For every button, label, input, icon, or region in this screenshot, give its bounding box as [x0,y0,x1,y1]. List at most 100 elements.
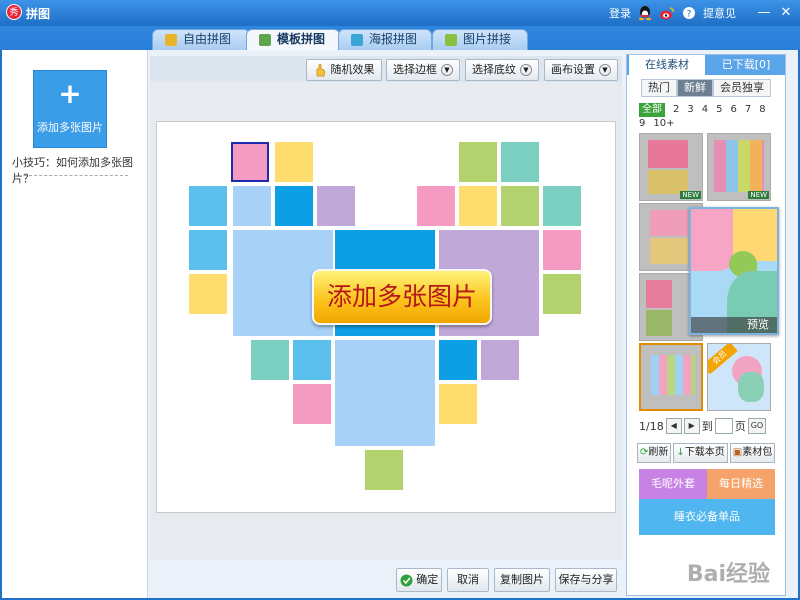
collage-cell[interactable] [439,384,477,424]
collage-cell[interactable] [459,186,497,226]
tab-label: 自由拼图 [183,32,232,46]
copy-image-button[interactable]: 复制图片 [494,568,550,592]
collage-cell[interactable] [233,186,271,226]
template-thumb[interactable]: 会员 [707,343,771,411]
collage-cell[interactable] [317,186,355,226]
next-page-button[interactable]: ▶ [683,418,700,434]
tip-link[interactable]: 小技巧：如何添加多张图片？ [12,154,147,186]
tab-poster-collage[interactable]: 海报拼图 [338,29,432,50]
select-pattern-dropdown[interactable]: 选择底纹 ▼ [465,59,539,81]
collage-cell[interactable] [189,230,227,270]
filter-option[interactable]: 全部 [639,103,665,117]
template-thumb[interactable]: NEW [639,133,703,201]
template-thumb[interactable]: NEW [707,133,771,201]
collage-cell[interactable] [231,142,269,182]
minimize-button[interactable]: — [756,5,772,21]
free-collage-icon [165,34,177,46]
page-unit-label: 页 [734,420,746,433]
collage-cell[interactable] [501,142,539,182]
collage-cell[interactable] [335,340,435,446]
login-link[interactable]: 登录 [609,5,631,21]
collage-cell[interactable] [275,142,313,182]
chevron-down-icon: ▼ [441,64,453,76]
go-button[interactable]: GO [747,418,767,434]
collage-cell[interactable] [293,340,331,380]
collage-cell[interactable] [365,450,403,490]
filter-option[interactable]: 9 [639,117,645,131]
ad-coat[interactable]: 毛呢外套 [639,469,707,499]
tab-template-collage[interactable]: 模板拼图 [246,29,340,51]
page-number-input[interactable] [714,418,733,434]
close-button[interactable]: ✕ [778,5,794,21]
collage-cell[interactable] [543,274,581,314]
filter-option[interactable]: 5 [716,103,722,117]
tab-image-stitch[interactable]: 图片拼接 [432,29,528,50]
canvas-area: 添加多张图片 [150,82,622,560]
weibo-icon[interactable] [659,5,675,21]
collage-cell[interactable] [501,186,539,226]
toolbar: 随机效果 选择边框 ▼ 选择底纹 ▼ 画布设置 ▼ [150,56,622,82]
download-page-label: 下载本页 [684,447,725,458]
tab-downloaded[interactable]: 已下载[0] [707,55,785,75]
ad-banner[interactable]: 毛呢外套 每日精选 睡衣必备单品 [639,469,775,535]
collage-cell[interactable] [189,186,227,226]
prev-page-button[interactable]: ◀ [665,418,682,434]
cancel-button[interactable]: 取消 [447,568,489,592]
collage-cell[interactable] [481,340,519,380]
material-tabs: 在线素材 已下载[0] [627,55,785,75]
collage-canvas[interactable]: 添加多张图片 [156,121,616,513]
collage-cell[interactable] [543,230,581,270]
select-border-dropdown[interactable]: 选择边框 ▼ [386,59,460,81]
pager: 1/18 ◀ ▶ 到 页 GO [639,417,767,435]
save-share-button[interactable]: 保存与分享 [555,568,617,592]
subtab-hot[interactable]: 热门 [641,79,677,97]
add-multiple-images-button[interactable]: + 添加多张图片 [33,70,107,148]
filter-option[interactable]: 2 [673,103,679,117]
page-indicator: 1/18 [639,419,664,433]
collage-cell[interactable] [275,186,313,226]
svg-text:?: ? [687,10,692,20]
template-thumb[interactable] [639,343,703,411]
material-actions: ⟳刷新 ↓下载本页 ▣素材包 [637,443,776,463]
add-images-center-button[interactable]: 添加多张图片 [312,269,492,325]
select-border-label: 选择边框 [393,63,437,76]
tab-label: 图片拼接 [463,32,512,46]
collage-cell[interactable] [293,384,331,424]
refresh-button[interactable]: ⟳刷新 [637,443,672,463]
collage-cell[interactable] [251,340,289,380]
tab-online-materials[interactable]: 在线素材 [629,55,705,75]
material-subtabs: 热门 新鲜 会员独享 [641,79,771,97]
filter-option[interactable]: 10+ [653,117,674,131]
title-bar: 秀 拼图 登录 ? 提意见 — ✕ [0,0,800,26]
subtab-new[interactable]: 新鲜 [677,79,713,97]
filter-option[interactable]: 3 [687,103,693,117]
material-pack-button[interactable]: ▣素材包 [729,443,776,463]
filter-option[interactable]: 4 [702,103,708,117]
collage-cell[interactable] [459,142,497,182]
collage-cell[interactable] [543,186,581,226]
refresh-label: 刷新 [648,447,669,458]
main-frame: + 添加多张图片 小技巧：如何添加多张图片？ 随机效果 选择边框 ▼ 选择底纹 ▼ … [2,50,798,598]
plus-icon: + [58,77,82,110]
count-filters: 全部 2 3 4 5 6 7 8 9 10+ [639,103,779,131]
filter-option[interactable]: 6 [731,103,737,117]
qq-icon[interactable] [637,5,653,21]
confirm-button[interactable]: 确定 [396,568,442,592]
filter-option[interactable]: 7 [745,103,751,117]
ad-daily-picks[interactable]: 每日精选 [707,469,775,499]
poster-collage-icon [351,34,363,46]
ad-pajamas[interactable]: 睡衣必备单品 [639,499,775,535]
check-icon [400,574,413,586]
random-effect-button[interactable]: 随机效果 [306,59,382,81]
image-stitch-icon [445,34,457,46]
collage-cell[interactable] [189,274,227,314]
hand-icon [316,63,325,77]
subtab-vip[interactable]: 会员独享 [713,79,771,97]
filter-option[interactable]: 8 [759,103,765,117]
collage-cell[interactable] [417,186,455,226]
feedback-link[interactable]: 提意见 [703,5,736,21]
download-page-button[interactable]: ↓下载本页 [673,443,728,463]
tab-free-collage[interactable]: 自由拼图 [152,29,250,50]
collage-cell[interactable] [439,340,477,380]
canvas-settings-dropdown[interactable]: 画布设置 ▼ [544,59,618,81]
